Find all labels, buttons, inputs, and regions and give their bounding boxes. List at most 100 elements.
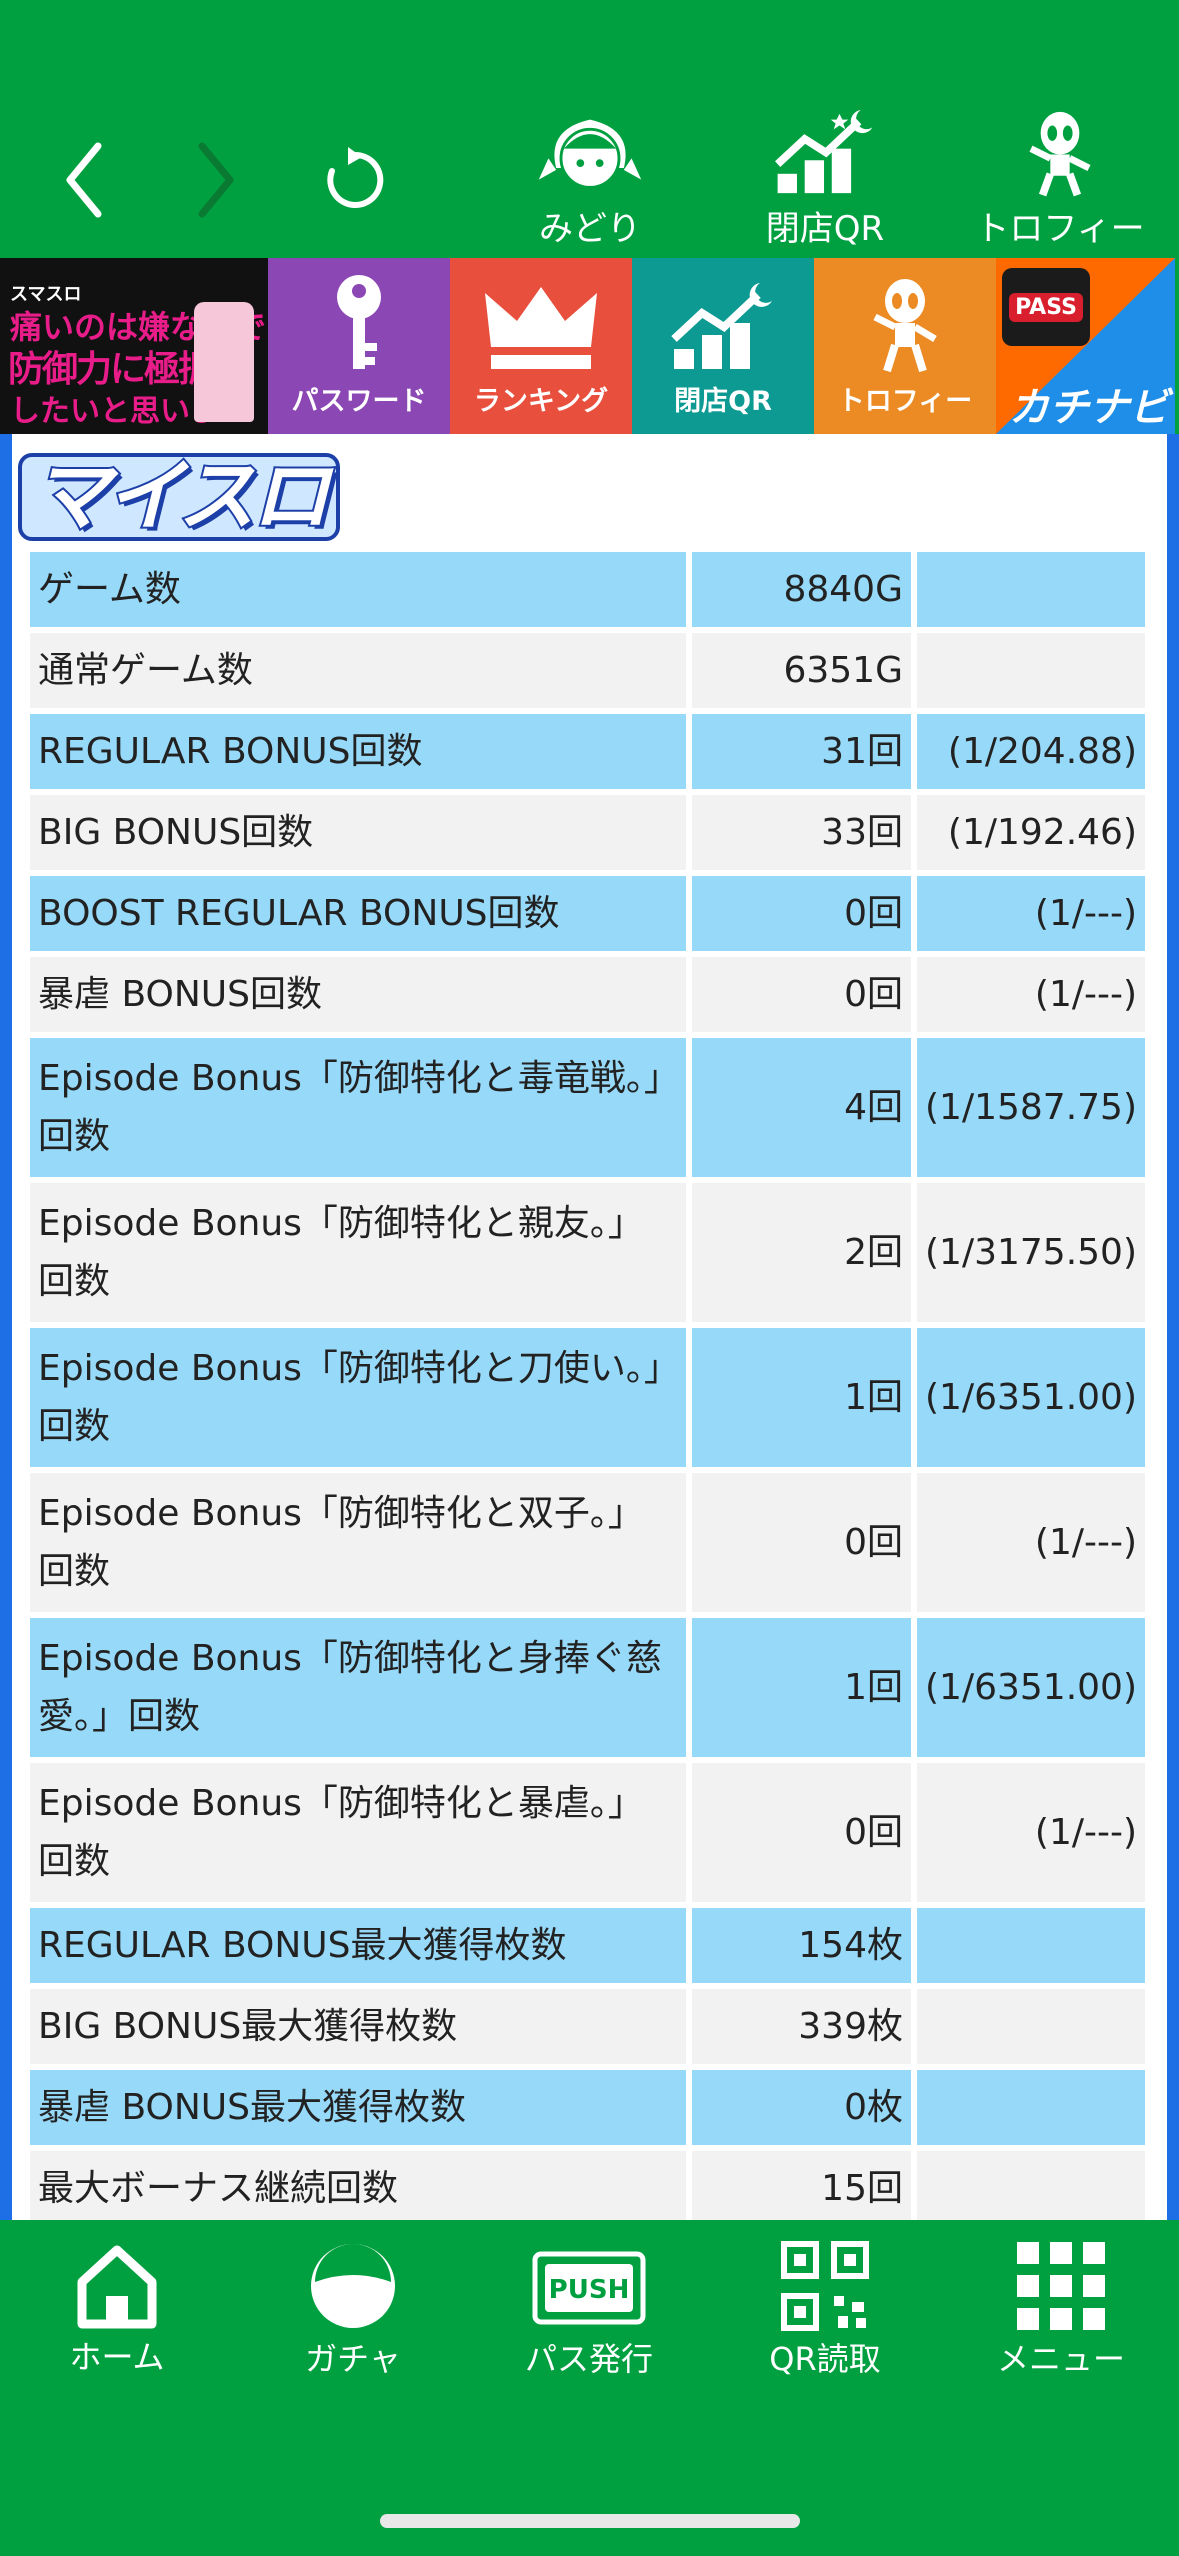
tile-closing-qr[interactable]: 閉店QR (632, 258, 814, 434)
stat-name: Episode Bonus「防御特化と刀使い。」回数 (30, 1328, 686, 1467)
reload-button[interactable] (315, 140, 395, 220)
bottom-nav-pass-issue[interactable]: PUSH パス発行 (489, 2240, 689, 2400)
bottom-nav-gacha-label: ガチャ (305, 2340, 401, 2378)
stat-value: 1回 (691, 1328, 911, 1467)
stat-value: 8840G (691, 552, 911, 627)
stat-rate (916, 552, 1145, 627)
top-nav-trophy-label: トロフィー (975, 209, 1145, 249)
top-nav-closing-qr[interactable]: 閉店QR (740, 110, 910, 250)
stat-name: 暴虐 BONUS回数 (30, 957, 686, 1032)
stat-value: 0回 (691, 876, 911, 951)
stat-value: 6351G (691, 633, 911, 708)
top-nav-trophy[interactable]: トロフィー (975, 110, 1145, 250)
stats-row: BIG BONUS回数 33回 (1/192.46) (30, 795, 1145, 870)
alien-trophy-icon (873, 279, 937, 373)
stats-row: 通常ゲーム数 6351G (30, 633, 1145, 708)
bottom-nav-pass-issue-label: パス発行 (524, 2340, 653, 2378)
stat-rate: (1/204.88) (916, 714, 1145, 789)
tile-ranking[interactable]: ランキング (450, 258, 632, 434)
stats-row: BOOST REGULAR BONUS回数 0回 (1/---) (30, 876, 1145, 951)
pass-logo: PASS (1002, 268, 1090, 346)
bottom-nav-gacha[interactable]: ガチャ (253, 2240, 453, 2400)
promo-banner[interactable]: スマスロ 痛いのは嫌なので 防御力に極振り したいと思います。 (0, 258, 268, 434)
key-icon (337, 275, 381, 369)
bottom-nav-qr-scan[interactable]: QR読取 (725, 2240, 925, 2400)
stats-row: REGULAR BONUS最大獲得枚数 154枚 (30, 1908, 1145, 1983)
stat-name: REGULAR BONUS最大獲得枚数 (30, 1908, 686, 1983)
stat-name: BIG BONUS回数 (30, 795, 686, 870)
mysuro-logo: マイスロ (18, 452, 340, 542)
top-nav-midori-label: みどり (539, 209, 641, 249)
stat-value: 0枚 (691, 2070, 911, 2145)
kachinavi-logo-text: カチナビ (1009, 385, 1169, 431)
stat-rate: (1/6351.00) (916, 1618, 1145, 1757)
stat-name: REGULAR BONUS回数 (30, 714, 686, 789)
stats-table: ゲーム数 8840G 通常ゲーム数 6351G REGULAR BONUS回数 31回 (1… (24, 546, 1151, 2220)
home-icon (77, 2245, 157, 2329)
tile-kachinavi[interactable]: PASS カチナビ (996, 258, 1175, 434)
stat-name: BOOST REGULAR BONUS回数 (30, 876, 686, 951)
chevron-right-icon (198, 142, 234, 218)
bottom-nav-bar: ホーム ガチャ PUSH パス発行 QR読取 メニュー (0, 2220, 1179, 2556)
tile-closing-qr-label: 閉店QR (674, 386, 772, 417)
stat-value: 2回 (691, 1183, 911, 1322)
stats-row: 暴虐 BONUS最大獲得枚数 0枚 (30, 2070, 1145, 2145)
stat-rate: (1/---) (916, 1473, 1145, 1612)
back-button[interactable] (50, 130, 120, 230)
bottom-nav-qr-scan-label: QR読取 (769, 2340, 881, 2378)
tile-password-label: パスワード (291, 386, 427, 417)
stat-value: 15回 (691, 2151, 911, 2220)
alien-trophy-icon (1029, 111, 1091, 197)
stat-name: Episode Bonus「防御特化と暴虐。」回数 (30, 1763, 686, 1902)
stat-value: 0回 (691, 957, 911, 1032)
chevron-left-icon (66, 142, 102, 218)
stat-name: Episode Bonus「防御特化と毒竜戦。」回数 (30, 1038, 686, 1177)
bottom-nav-menu[interactable]: メニュー (961, 2240, 1161, 2400)
forward-button[interactable] (180, 130, 250, 230)
bottom-nav-home-label: ホーム (69, 2338, 165, 2376)
stat-rate (916, 1908, 1145, 1983)
stats-row: Episode Bonus「防御特化と毒竜戦。」回数 4回 (1/1587.75) (30, 1038, 1145, 1177)
home-indicator[interactable] (380, 2514, 800, 2528)
stats-row: REGULAR BONUS回数 31回 (1/204.88) (30, 714, 1145, 789)
stats-row: Episode Bonus「防御特化と刀使い。」回数 1回 (1/6351.00) (30, 1328, 1145, 1467)
stat-rate: (1/---) (916, 957, 1145, 1032)
bottom-nav-menu-label: メニュー (996, 2340, 1125, 2378)
stat-value: 154枚 (691, 1908, 911, 1983)
promo-character-image (194, 302, 254, 422)
tile-trophy[interactable]: トロフィー (814, 258, 996, 434)
top-nav-closing-qr-label: 閉店QR (765, 209, 885, 249)
stats-row: Episode Bonus「防御特化と暴虐。」回数 0回 (1/---) (30, 1763, 1145, 1902)
stats-panel: マイスロ ゲーム数 8840G 通常ゲーム数 6351G REGULAR BONUS回数… (12, 434, 1167, 2220)
top-nav-midori[interactable]: みどり (505, 110, 675, 250)
stat-rate: (1/6351.00) (916, 1328, 1145, 1467)
stats-row: Episode Bonus「防御特化と身捧ぐ慈愛。」回数 1回 (1/6351.00… (30, 1618, 1145, 1757)
tile-trophy-label: トロフィー (837, 386, 973, 417)
stat-value: 4回 (691, 1038, 911, 1177)
stats-row: BIG BONUS最大獲得枚数 339枚 (30, 1989, 1145, 2064)
tile-ranking-label: ランキング (473, 386, 609, 417)
qr-code-icon (781, 2241, 869, 2331)
stats-row: Episode Bonus「防御特化と双子。」回数 0回 (1/---) (30, 1473, 1145, 1612)
stat-name: BIG BONUS最大獲得枚数 (30, 1989, 686, 2064)
chart-moon-icon (775, 110, 873, 194)
stat-rate (916, 633, 1145, 708)
stat-value: 33回 (691, 795, 911, 870)
stat-rate: (1/3175.50) (916, 1183, 1145, 1322)
stat-name: Episode Bonus「防御特化と双子。」回数 (30, 1473, 686, 1612)
content-frame: マイスロ ゲーム数 8840G 通常ゲーム数 6351G REGULAR BONUS回数… (0, 434, 1179, 2220)
midori-character-icon (538, 119, 642, 189)
stat-rate: (1/1587.75) (916, 1038, 1145, 1177)
bottom-nav-home[interactable]: ホーム (17, 2240, 217, 2400)
stat-name: 最大ボーナス継続回数 (30, 2151, 686, 2220)
chart-moon-icon (671, 283, 772, 369)
stat-rate: (1/---) (916, 1763, 1145, 1902)
stat-value: 1回 (691, 1618, 911, 1757)
top-nav-bar: みどり 閉店QR トロフィー (0, 0, 1179, 258)
stat-rate: (1/192.46) (916, 795, 1145, 870)
tile-password[interactable]: パスワード (268, 258, 450, 434)
stats-row: Episode Bonus「防御特化と親友。」回数 2回 (1/3175.50) (30, 1183, 1145, 1322)
push-pass-icon: PUSH (532, 2251, 646, 2325)
stat-rate (916, 2070, 1145, 2145)
gacha-ball-icon (311, 2244, 395, 2328)
